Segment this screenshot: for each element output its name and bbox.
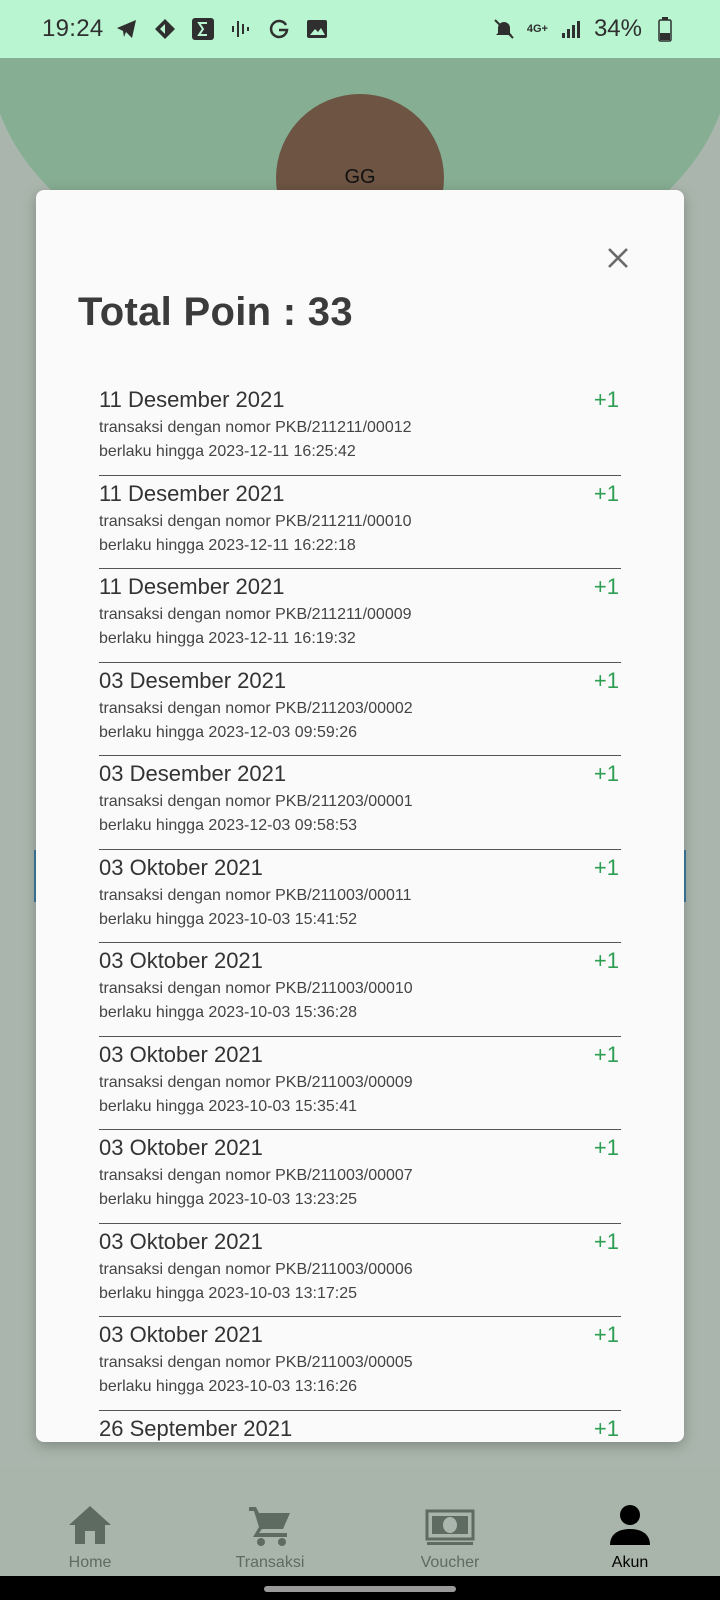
battery-percent: 34%: [593, 15, 642, 42]
close-icon: [608, 248, 628, 268]
item-date: 11 Desember 2021: [99, 480, 285, 506]
close-button[interactable]: [602, 242, 634, 274]
points-history-list: 11 Desember 2021 transaksi dengan nomor …: [99, 382, 621, 1442]
item-date: 03 Desember 2021: [99, 667, 287, 693]
item-date: 03 Oktober 2021: [99, 1135, 263, 1160]
item-points: +1: [593, 667, 619, 693]
item-points: +1: [593, 948, 619, 973]
image-icon: [304, 16, 330, 42]
item-expiry: berlaku hingga 2023-10-03 13:17:25: [99, 1284, 357, 1302]
item-points: +1: [593, 1041, 619, 1067]
nav-transaksi[interactable]: Transaksi: [180, 1490, 360, 1576]
signal-icon: [558, 16, 584, 42]
item-description: transaksi dengan nomor PKB/211003/00010: [99, 980, 413, 997]
item-expiry: berlaku hingga 2023-12-03 09:59:26: [99, 723, 357, 741]
nav-akun[interactable]: Akun: [540, 1490, 720, 1576]
item-points: +1: [593, 1228, 619, 1254]
item-date: 03 Oktober 2021: [99, 1228, 263, 1254]
network-type: 4G+: [526, 22, 548, 35]
bottom-navigation: Home Transaksi Voucher Akun: [0, 1490, 720, 1576]
item-points: +1: [593, 854, 619, 880]
list-item: 11 Desember 2021 transaksi dengan nomor …: [99, 476, 621, 569]
item-date: 03 Oktober 2021: [99, 1322, 263, 1347]
list-item: 03 Desember 2021 transaksi dengan nomor …: [99, 663, 621, 756]
item-date: 03 Oktober 2021: [99, 948, 263, 973]
nav-label: Voucher: [420, 1554, 480, 1571]
points-dialog: Total Poin : 33 11 Desember 2021 transak…: [36, 190, 684, 1442]
item-description: transaksi dengan nomor PKB/211003/00007: [99, 1167, 413, 1184]
item-points: +1: [593, 761, 619, 786]
item-description: transaksi dengan nomor PKB/211211/00012: [99, 419, 412, 436]
telegram-icon: [114, 16, 140, 42]
status-time: 19:24: [42, 15, 104, 42]
item-description: transaksi dengan nomor PKB/211211/00009: [99, 606, 412, 623]
list-item: 03 Oktober 2021 transaksi dengan nomor P…: [99, 850, 621, 943]
item-points: +1: [593, 1415, 619, 1441]
item-expiry: berlaku hingga 2023-12-03 09:58:53: [99, 817, 357, 834]
item-expiry: berlaku hingga 2023-10-03 13:23:25: [99, 1191, 357, 1208]
list-item: 03 Oktober 2021 transaksi dengan nomor P…: [99, 1037, 621, 1130]
status-bar: 19:24 4G+ 34%: [0, 0, 720, 58]
home-gesture-handle[interactable]: [264, 1586, 456, 1592]
diamond-arrows-icon: [152, 16, 178, 42]
g-icon: [266, 16, 292, 42]
item-points: +1: [593, 574, 619, 599]
item-expiry: berlaku hingga 2023-10-03 13:16:26: [99, 1378, 357, 1395]
notification-icons: [114, 16, 330, 42]
item-expiry: berlaku hingga 2023-10-03 15:36:28: [99, 1004, 357, 1021]
item-points: +1: [593, 1322, 619, 1347]
item-description: transaksi dengan nomor PKB/211203/00002: [99, 699, 413, 717]
item-date: 11 Desember 2021: [99, 574, 285, 599]
item-expiry: berlaku hingga 2023-12-11 16:25:42: [99, 443, 356, 460]
item-points: +1: [593, 387, 619, 412]
nav-voucher[interactable]: Voucher: [360, 1490, 540, 1576]
item-description: transaksi dengan nomor PKB/211211/00010: [99, 512, 412, 530]
list-item: 03 Desember 2021 transaksi dengan nomor …: [99, 756, 621, 850]
system-status: 4G+ 34%: [491, 15, 678, 43]
item-expiry: berlaku hingga 2023-10-03 15:41:52: [99, 910, 357, 928]
nav-label: Akun: [611, 1554, 649, 1571]
money-icon: [424, 1502, 476, 1548]
list-item: 11 Desember 2021 transaksi dengan nomor …: [99, 382, 621, 476]
item-points: +1: [593, 1135, 619, 1160]
list-item: 03 Oktober 2021 transaksi dengan nomor P…: [99, 943, 621, 1037]
item-expiry: berlaku hingga 2023-12-11 16:19:32: [99, 630, 356, 647]
sigma-icon: [190, 16, 216, 42]
nav-label: Home: [68, 1554, 112, 1571]
avatar-initials: GG: [344, 166, 376, 188]
dialog-title: Total Poin : 33: [78, 290, 353, 334]
cart-icon: [244, 1502, 296, 1548]
list-item: 11 Desember 2021 transaksi dengan nomor …: [99, 569, 621, 663]
item-expiry: berlaku hingga 2023-10-03 15:35:41: [99, 1097, 357, 1115]
person-icon: [604, 1502, 656, 1548]
list-item: 03 Oktober 2021 transaksi dengan nomor P…: [99, 1224, 621, 1317]
mute-icon: [491, 16, 517, 42]
item-date: 03 Oktober 2021: [99, 854, 263, 880]
home-icon: [64, 1502, 116, 1548]
item-description: transaksi dengan nomor PKB/211203/00001: [99, 793, 413, 810]
item-description: transaksi dengan nomor PKB/211003/00011: [99, 886, 412, 904]
item-description: transaksi dengan nomor PKB/211003/00006: [99, 1260, 413, 1278]
list-item: 26 September 2021 +1: [99, 1411, 621, 1443]
item-description: transaksi dengan nomor PKB/211003/00005: [99, 1354, 413, 1371]
item-expiry: berlaku hingga 2023-12-11 16:22:18: [99, 536, 356, 554]
nav-home[interactable]: Home: [0, 1490, 180, 1576]
item-description: transaksi dengan nomor PKB/211003/00009: [99, 1073, 413, 1091]
item-points: +1: [593, 480, 619, 506]
item-date: 03 Oktober 2021: [99, 1041, 263, 1067]
sound-wave-icon: [228, 16, 254, 42]
battery-icon: [652, 16, 678, 42]
item-date: 11 Desember 2021: [99, 387, 285, 412]
nav-label: Transaksi: [235, 1554, 305, 1571]
list-item: 03 Oktober 2021 transaksi dengan nomor P…: [99, 1317, 621, 1411]
item-date: 03 Desember 2021: [99, 761, 287, 786]
list-item: 03 Oktober 2021 transaksi dengan nomor P…: [99, 1130, 621, 1224]
item-date: 26 September 2021: [99, 1415, 293, 1441]
